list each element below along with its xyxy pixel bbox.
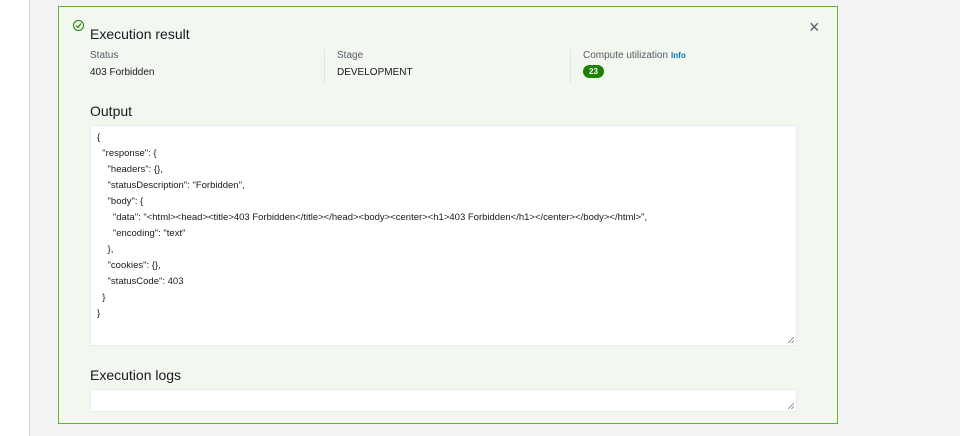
logs-textarea[interactable] [90, 389, 797, 412]
divider [570, 49, 571, 83]
success-check-icon [73, 20, 84, 31]
stage-field: Stage DEVELOPMENT [337, 50, 413, 84]
compute-label: Compute utilization [583, 50, 669, 61]
code-line: "response": { [97, 148, 157, 159]
info-link[interactable]: Info [671, 51, 686, 60]
left-sidebar-edge [0, 0, 30, 436]
code-line: }, [97, 244, 114, 255]
code-line: } [97, 292, 106, 303]
execution-result-panel: Execution result × Status 403 Forbidden … [58, 6, 838, 424]
status-field: Status 403 Forbidden [90, 50, 155, 84]
code-line: } [97, 308, 101, 319]
code-line: "encoding": "text" [97, 228, 186, 239]
resize-handle-icon[interactable] [788, 337, 794, 343]
logs-heading: Execution logs [90, 367, 182, 383]
output-heading: Output [90, 103, 133, 119]
code-line: "headers": {}, [97, 164, 163, 175]
code-line: "statusDescription": "Forbidden", [97, 180, 245, 191]
close-icon[interactable]: × [809, 18, 820, 36]
stage-value: DEVELOPMENT [337, 67, 413, 78]
code-line: "data": "<html><head><title>403 Forbidde… [97, 212, 648, 223]
output-code: { "response": { "headers": {}, "statusDe… [97, 130, 647, 322]
resize-handle-icon[interactable] [788, 403, 794, 409]
code-line: "cookies": {}, [97, 260, 161, 271]
code-line: { [97, 132, 101, 143]
compute-field: Compute utilization Info 23 [583, 50, 686, 84]
stage-label: Stage [337, 50, 364, 61]
status-value: 403 Forbidden [90, 67, 155, 78]
status-label: Status [90, 50, 119, 61]
panel-title: Execution result [90, 26, 190, 42]
code-line: "statusCode": 403 [97, 276, 184, 287]
divider [324, 49, 325, 83]
code-line: "body": { [97, 196, 144, 207]
compute-badge: 23 [583, 65, 604, 78]
output-textarea[interactable]: { "response": { "headers": {}, "statusDe… [90, 125, 797, 346]
